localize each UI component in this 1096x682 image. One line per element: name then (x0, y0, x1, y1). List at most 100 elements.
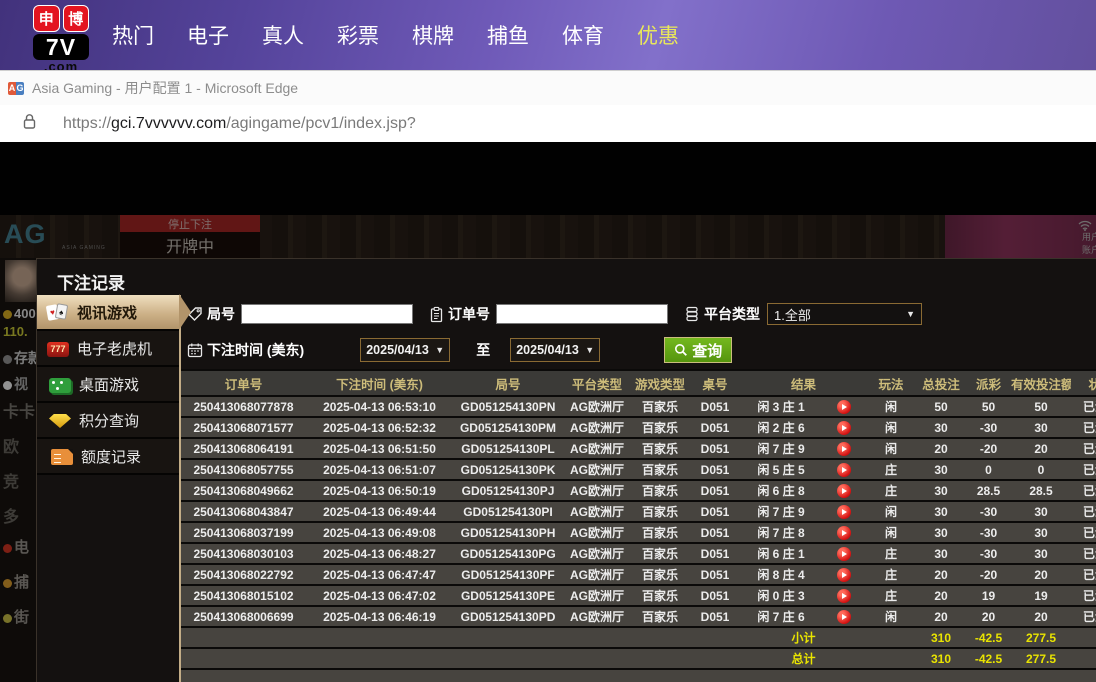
table-row[interactable]: 250413068049662 2025-04-13 06:50:19 GD0512… (181, 481, 1096, 500)
status-cell: 已派彩 (1071, 586, 1096, 605)
cell: 闲 7 庄 6 (741, 607, 821, 626)
spacer (181, 649, 741, 668)
table-row[interactable]: 250413068037199 2025-04-13 06:49:08 GD0512… (181, 523, 1096, 542)
cell: 闲 6 庄 8 (741, 481, 821, 500)
nav-item-2[interactable]: 真人 (262, 20, 304, 50)
platform-type-select[interactable]: 1.全部 ▼ (767, 303, 922, 325)
col-header-7: 玩法 (866, 371, 917, 395)
replay-play-icon[interactable] (836, 525, 851, 540)
cell: AG欧洲厅 (563, 502, 631, 521)
playtype-cell: 闲 (866, 502, 917, 521)
cell: 百家乐 (631, 586, 689, 605)
total-bet-cell: 30 (916, 481, 967, 500)
order-number-input[interactable] (496, 304, 668, 324)
cell: 闲 8 庄 4 (741, 565, 821, 584)
cell: 250413068077878 (181, 397, 306, 416)
sidebar-item-4[interactable]: 额度记录 (37, 439, 179, 475)
nav-item-7[interactable]: 优惠 (637, 20, 679, 50)
cell: D051 (689, 523, 741, 542)
url-text[interactable]: https://gci.7vvvvvv.com/agingame/pcv1/in… (63, 115, 416, 133)
replay-play-icon[interactable] (836, 420, 851, 435)
cell: GD051254130PL (453, 439, 563, 458)
cell: 闲 5 庄 5 (741, 460, 821, 479)
table-row[interactable]: 250413068015102 2025-04-13 06:47:02 GD0512… (181, 586, 1096, 605)
cell: D051 (689, 607, 741, 626)
nav-item-6[interactable]: 体育 (562, 20, 604, 50)
spacer (1071, 628, 1096, 647)
browser-url-bar[interactable]: https://gci.7vvvvvv.com/agingame/pcv1/in… (0, 105, 1096, 143)
replay-play-icon[interactable] (836, 441, 851, 456)
sidebar-item-2[interactable]: 桌面游戏 (37, 367, 179, 403)
valid-bet-cell: 20 (1011, 439, 1072, 458)
total-bet-cell: 30 (916, 418, 967, 437)
replay-cell (821, 544, 867, 563)
playtype-cell: 闲 (866, 418, 917, 437)
lock-icon[interactable] (22, 113, 37, 135)
status-cell: 已派彩 (1071, 439, 1096, 458)
sidebar-item-3[interactable]: 积分查询 (37, 403, 179, 439)
cell: 闲 7 庄 9 (741, 502, 821, 521)
replay-cell (821, 502, 867, 521)
col-header-6: 结果 (741, 371, 867, 395)
cell: 闲 0 庄 3 (741, 586, 821, 605)
replay-play-icon[interactable] (836, 504, 851, 519)
total-bet-cell: 30 (916, 544, 967, 563)
table-row[interactable]: 250413068064191 2025-04-13 06:51:50 GD0512… (181, 439, 1096, 458)
col-header-0: 订单号 (181, 371, 306, 395)
replay-play-icon[interactable] (836, 483, 851, 498)
nav-item-3[interactable]: 彩票 (337, 20, 379, 50)
table-row[interactable]: 250413068043847 2025-04-13 06:49:44 GD0512… (181, 502, 1096, 521)
status-cell: 已派彩 (1071, 397, 1096, 416)
sidebar-item-1[interactable]: 777 电子老虎机 (37, 331, 179, 367)
valid-bet-cell: 30 (1011, 523, 1072, 542)
playtype-cell: 闲 (866, 397, 917, 416)
spacer (181, 628, 741, 647)
table-row[interactable]: 250413068022792 2025-04-13 06:47:47 GD0512… (181, 565, 1096, 584)
cell: GD051254130PE (453, 586, 563, 605)
modal-title: 下注记录 (57, 274, 125, 293)
col-header-9: 派彩 (966, 371, 1012, 395)
payout-cell: 0 (966, 460, 1012, 479)
table-row[interactable]: 250413068071577 2025-04-13 06:52:32 GD0512… (181, 418, 1096, 437)
cell: 250413068064191 (181, 439, 306, 458)
cell: 250413068006699 (181, 607, 306, 626)
valid-bet-cell: 28.5 (1011, 481, 1072, 500)
platform-icon (684, 306, 700, 322)
chevron-down-icon: ▼ (906, 309, 915, 319)
platform-type-label: 平台类型 (704, 306, 760, 322)
replay-play-icon[interactable] (836, 546, 851, 561)
replay-cell (821, 607, 867, 626)
nav-item-1[interactable]: 电子 (187, 20, 229, 50)
table-row[interactable]: 250413068077878 2025-04-13 06:53:10 GD0512… (181, 397, 1096, 416)
replay-play-icon[interactable] (836, 399, 851, 414)
payout-cell: -20 (966, 439, 1012, 458)
sidebar-item-label: 桌面游戏 (79, 376, 140, 394)
valid-bet-cell: 50 (1011, 397, 1072, 416)
nav-item-5[interactable]: 捕鱼 (487, 20, 529, 50)
table-row[interactable]: 250413068057755 2025-04-13 06:51:07 GD0512… (181, 460, 1096, 479)
table-row[interactable]: 250413068030103 2025-04-13 06:48:27 GD0512… (181, 544, 1096, 563)
total-bet-cell: 50 (916, 397, 967, 416)
empty-row (181, 670, 1096, 682)
nav-item-4[interactable]: 棋牌 (412, 20, 454, 50)
replay-play-icon[interactable] (836, 609, 851, 624)
cell: AG欧洲厅 (563, 565, 631, 584)
search-button[interactable]: 查询 (664, 337, 733, 363)
round-number-input[interactable] (241, 304, 413, 324)
cards-icon: ♥ ♠ (45, 303, 69, 321)
nav-item-0[interactable]: 热门 (112, 20, 154, 50)
replay-play-icon[interactable] (836, 588, 851, 603)
sidebar-item-0[interactable]: ♥ ♠ 视讯游戏 (37, 294, 191, 331)
date-to-select[interactable]: 2025/04/13 ▼ (510, 338, 601, 362)
site-logo[interactable]: 申 博 7V .com (33, 5, 89, 73)
replay-play-icon[interactable] (836, 567, 851, 582)
sidebar-item-label: 积分查询 (79, 412, 140, 430)
payout-cell: -30 (966, 418, 1012, 437)
order-number-label: 订单号 (448, 306, 490, 322)
payout-cell: 19 (966, 586, 1012, 605)
date-from-select[interactable]: 2025/04/13 ▼ (360, 338, 451, 362)
replay-play-icon[interactable] (836, 462, 851, 477)
table-row[interactable]: 250413068006699 2025-04-13 06:46:19 GD0512… (181, 607, 1096, 626)
payout-cell: 50 (966, 397, 1012, 416)
payout-cell: -30 (966, 544, 1012, 563)
